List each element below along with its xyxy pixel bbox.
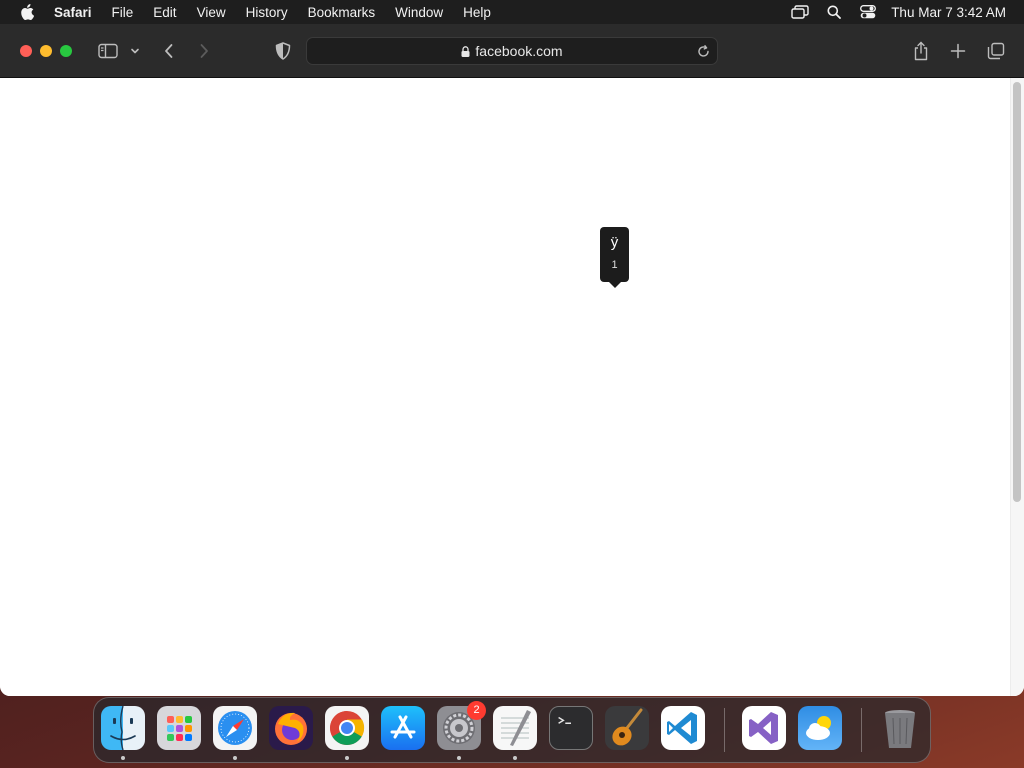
visual-studio-icon: [749, 712, 778, 744]
dock-firefox[interactable]: [269, 706, 313, 750]
shield-icon: [275, 42, 291, 60]
minimize-window-button[interactable]: [40, 45, 52, 57]
dock-separator: [724, 708, 725, 752]
sidebar-toggle-button[interactable]: [96, 39, 120, 63]
chevron-down-icon: [131, 48, 139, 54]
launchpad-icon: [167, 716, 192, 741]
dock-finder[interactable]: [101, 706, 145, 750]
tooltip-character: ÿ: [610, 234, 619, 251]
control-center-icon: [860, 5, 877, 19]
finder-icon: [110, 706, 136, 750]
chrome-icon: [330, 711, 365, 745]
menu-bar-clock[interactable]: Thu Mar 7 3:42 AM: [885, 5, 1006, 20]
dock-app-store[interactable]: [381, 706, 425, 750]
address-bar[interactable]: facebook.com: [306, 37, 718, 65]
tab-group-menu-button[interactable]: [124, 39, 146, 63]
dock-running-indicator: [513, 756, 517, 760]
dock-running-indicator: [345, 756, 349, 760]
browser-toolbar: facebook.com: [0, 24, 1024, 78]
spotlight-button[interactable]: [817, 0, 851, 24]
menu-history[interactable]: History: [236, 5, 298, 20]
safari-window: facebook.com ÿ 1: [0, 24, 1024, 696]
weather-icon: [806, 716, 831, 740]
dock-vscode[interactable]: [661, 706, 705, 750]
dock-terminal[interactable]: [549, 706, 593, 750]
firefox-icon: [275, 712, 307, 745]
chevron-right-icon: [200, 44, 208, 58]
plus-icon: [950, 43, 966, 59]
dock-visual-studio[interactable]: [742, 706, 786, 750]
dock-weather[interactable]: [798, 706, 842, 750]
maximize-window-button[interactable]: [60, 45, 72, 57]
dock-running-indicator: [233, 756, 237, 760]
apple-logo-icon: [21, 4, 34, 20]
dock-running-indicator: [457, 756, 461, 760]
system-settings-badge: 2: [467, 701, 486, 720]
menu-edit[interactable]: Edit: [143, 5, 186, 20]
chevron-left-icon: [165, 44, 173, 58]
menu-bar: Safari File Edit View History Bookmarks …: [0, 0, 1024, 24]
control-center-button[interactable]: [851, 0, 885, 24]
web-content[interactable]: ÿ 1: [0, 78, 1024, 696]
dock-garageband[interactable]: [605, 706, 649, 750]
privacy-report-button[interactable]: [271, 39, 295, 63]
dock-trash[interactable]: [878, 706, 922, 750]
app-store-icon: [390, 715, 416, 739]
tooltip-number: 1: [611, 259, 618, 271]
menu-window[interactable]: Window: [385, 5, 453, 20]
dock-textedit[interactable]: [493, 706, 537, 750]
share-button[interactable]: [909, 39, 933, 63]
reload-icon: [697, 44, 709, 57]
dock-chrome[interactable]: [325, 706, 369, 750]
vscode-icon: [667, 712, 697, 744]
textedit-icon: [501, 710, 531, 746]
guitar-icon: [612, 708, 643, 746]
address-bar-url: facebook.com: [475, 43, 563, 59]
apple-menu[interactable]: [0, 4, 54, 20]
character-tooltip: ÿ 1: [600, 227, 629, 288]
menu-bookmarks[interactable]: Bookmarks: [298, 5, 386, 20]
screen-mirroring-button[interactable]: [783, 0, 817, 24]
tab-overview-icon: [987, 42, 1005, 60]
dock-launchpad[interactable]: [157, 706, 201, 750]
dock-safari[interactable]: [213, 706, 257, 750]
safari-compass-icon: [218, 711, 252, 745]
spotlight-search-icon: [827, 5, 842, 19]
terminal-icon: [558, 716, 571, 724]
trash-icon: [885, 710, 915, 748]
back-button[interactable]: [157, 39, 181, 63]
tab-overview-button[interactable]: [984, 39, 1008, 63]
menu-help[interactable]: Help: [453, 5, 501, 20]
dock-running-indicator: [121, 756, 125, 760]
menu-file[interactable]: File: [102, 5, 144, 20]
menu-view[interactable]: View: [187, 5, 236, 20]
lock-icon: [461, 45, 470, 57]
scrollbar-thumb[interactable]: [1013, 82, 1021, 502]
vertical-scrollbar[interactable]: [1010, 78, 1024, 696]
dock-separator: [861, 708, 862, 752]
close-window-button[interactable]: [20, 45, 32, 57]
tooltip-arrow: [609, 282, 621, 288]
sidebar-icon: [98, 43, 118, 59]
menu-app-safari[interactable]: Safari: [54, 5, 102, 20]
dock: [93, 697, 931, 763]
window-controls: [20, 45, 72, 57]
reload-button[interactable]: [695, 43, 711, 59]
new-tab-button[interactable]: [946, 39, 970, 63]
share-icon: [914, 41, 928, 61]
screen-mirroring-icon: [791, 5, 809, 19]
forward-button[interactable]: [192, 39, 216, 63]
